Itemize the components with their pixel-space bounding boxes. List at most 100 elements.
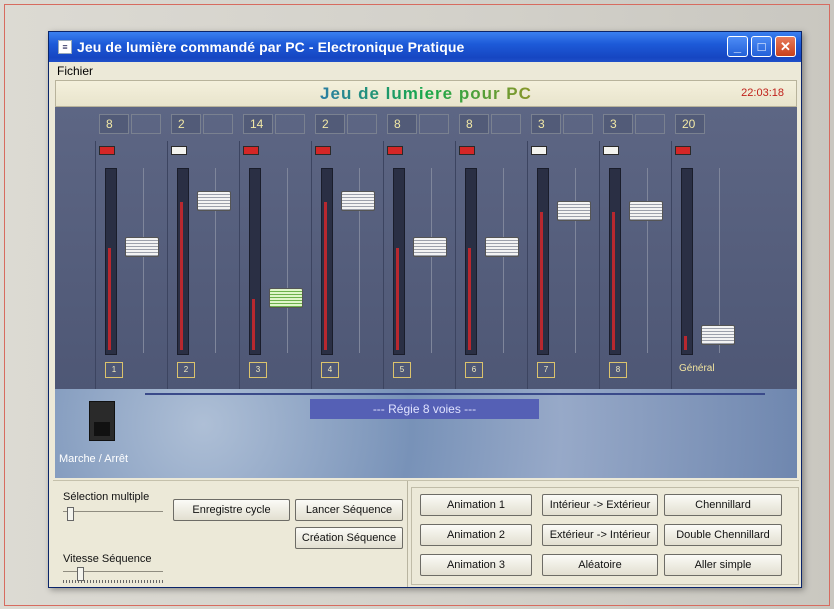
slider-thumb[interactable] [77,567,84,581]
animation-button-2-3[interactable]: Double Chennillard [664,524,782,546]
lancer-sequence-button[interactable]: Lancer Séquence [295,499,403,521]
regie-band: --- Régie 8 voies --- Marche / Arrêt [55,389,797,478]
channel-fill [468,248,471,350]
menu-bar: Fichier [49,62,801,80]
vitesse-sequence-slider[interactable] [63,567,163,583]
channel-divider [95,141,96,389]
maximize-button[interactable]: □ [751,36,772,57]
selection-multiple-label: Sélection multiple [63,491,150,503]
animation-button-2-1[interactable]: Animation 2 [420,524,532,546]
channel-1: 81 [95,107,171,389]
animation-button-3-3[interactable]: Aller simple [664,554,782,576]
channel-6: 86 [455,107,531,389]
channel-value-box [491,114,521,134]
slider-rail [287,168,288,353]
channel-label: 7 [537,362,555,378]
channel-label: 6 [465,362,483,378]
enregistre-cycle-button[interactable]: Enregistre cycle [173,499,290,521]
channel-value: 14 [243,114,273,134]
channel-divider [311,141,312,389]
app-header: Jeu de lumiere pour PC 22:03:18 [55,80,797,107]
channel-label: 3 [249,362,267,378]
vitesse-sequence-label: Vitesse Séquence [63,553,152,565]
slider-rail [575,168,576,353]
channel-fader[interactable] [557,201,591,221]
animation-button-3-2[interactable]: Aléatoire [542,554,658,576]
document-icon[interactable]: ≡ [58,40,72,54]
channel-value: 2 [171,114,201,134]
channel-divider [167,141,168,389]
channel-label: Général [679,363,715,374]
channel-value-box [347,114,377,134]
channel-fader[interactable] [485,237,519,258]
animation-button-2-2[interactable]: Extérieur -> Intérieur [542,524,658,546]
close-button[interactable]: ✕ [775,36,796,57]
channel-value-box [563,114,593,134]
channel-value-box [131,114,161,134]
power-switch-label: Marche / Arrêt [59,453,129,465]
channel-track [321,168,333,355]
animation-button-1-3[interactable]: Chennillard [664,494,782,516]
channel-fill [180,202,183,350]
animation-button-1-1[interactable]: Animation 1 [420,494,532,516]
channel-value: 20 [675,114,705,134]
channel-fader[interactable] [629,201,663,221]
channel-fader[interactable] [413,237,447,258]
channel-5: 85 [383,107,459,389]
channel-divider [455,141,456,389]
animation-button-1-2[interactable]: Intérieur -> Extérieur [542,494,658,516]
channel-fader[interactable] [701,324,735,345]
channel-fill [252,299,255,350]
power-switch[interactable] [89,401,115,441]
channel-track [249,168,261,355]
channel-value-box [635,114,665,134]
channel-value: 3 [531,114,561,134]
slider-rail [503,168,504,353]
channel-value-box [275,114,305,134]
channel-fill [324,202,327,350]
menu-fichier[interactable]: Fichier [57,64,93,78]
channel-label: 5 [393,362,411,378]
channel-label: 8 [609,362,627,378]
app-window: ≡ Jeu de lumière commandé par PC - Elect… [48,31,802,588]
channel-value: 8 [459,114,489,134]
minimize-button[interactable]: _ [727,36,748,57]
creation-sequence-button[interactable]: Création Séquence [295,527,403,549]
channel-divider [599,141,600,389]
window-title: Jeu de lumière commandé par PC - Electro… [77,39,465,55]
channel-led [171,146,187,155]
mixer-panel: 8 1 2 2 14 3 2 4 8 5 8 6 3 7 3 8 20 Général [55,107,797,389]
channel-led [531,146,547,155]
control-panel: Sélection multiple Vitesse Séquence Enre… [53,480,799,587]
animation-button-3-1[interactable]: Animation 3 [420,554,532,576]
channel-fill [684,335,687,350]
channel-7: 37 [527,107,603,389]
channel-fill [540,212,543,350]
channel-fader[interactable] [269,288,303,309]
channel-fader[interactable] [341,191,375,212]
channel-divider [527,141,528,389]
channel-track [393,168,405,355]
selection-multiple-slider[interactable] [63,507,163,521]
regie-line [145,393,765,395]
channel-general: 20 Général [671,107,747,389]
channel-track [105,168,117,355]
slider-line [63,511,163,512]
channel-value-box [203,114,233,134]
app-title: Jeu de lumiere pour PC [56,84,796,104]
channel-value: 2 [315,114,345,134]
title-bar[interactable]: ≡ Jeu de lumière commandé par PC - Elect… [49,32,801,62]
channel-divider [671,141,672,389]
channel-value-box [419,114,449,134]
switch-toggle [94,422,110,436]
channel-value: 3 [603,114,633,134]
channel-fader[interactable] [197,191,231,212]
channel-label: 2 [177,362,195,378]
sequence-panel: Sélection multiple Vitesse Séquence Enre… [53,481,408,587]
regie-label: --- Régie 8 voies --- [310,399,539,419]
channel-led [387,146,403,155]
slider-rail [647,168,648,353]
slider-thumb[interactable] [67,507,74,521]
slider-rail [431,168,432,353]
channel-fader[interactable] [125,237,159,258]
